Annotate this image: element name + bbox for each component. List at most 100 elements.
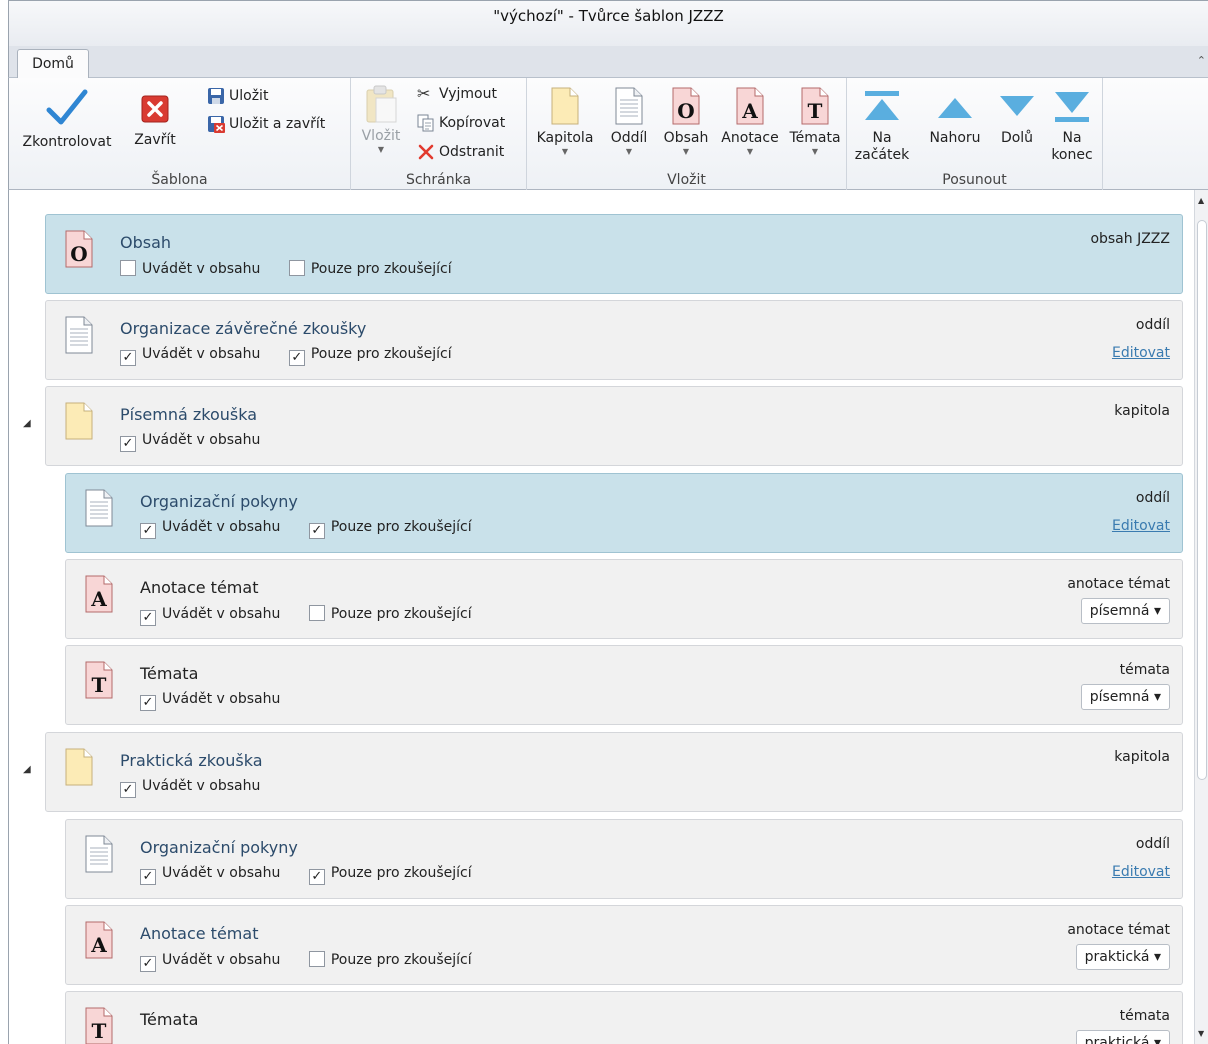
chapter-dropdown-icon: ▼ (561, 147, 569, 156)
save-button[interactable]: Uložit (207, 84, 268, 108)
insert-annotation-button[interactable]: A Anotace ▼ (717, 86, 783, 157)
list-item-topics[interactable]: T Témata témata praktická ▾ (65, 991, 1183, 1044)
arrow-up-icon (938, 98, 972, 118)
examiner-only-checkbox[interactable]: ✓ Pouze pro zkoušející (308, 865, 472, 885)
edit-link[interactable]: Editovat (1112, 345, 1170, 361)
item-type: anotace témat (1067, 576, 1170, 592)
list-item-section[interactable]: Organizační pokyny ✓ Uvádět v obsahu ✓ Pou… (65, 819, 1183, 899)
topics-icon: T (801, 87, 829, 125)
group-clipboard-label: Schránka (405, 172, 472, 188)
scrollbar-thumb[interactable] (1197, 220, 1207, 780)
exam-type-select[interactable]: písemná ▾ (1080, 684, 1170, 710)
chapter-icon (65, 748, 93, 786)
tab-home[interactable]: Domů (17, 49, 89, 79)
edit-link[interactable]: Editovat (1112, 518, 1170, 534)
move-down-button[interactable]: Dolů (993, 88, 1041, 147)
group-move: Na začátek Nahoru Dolů Na konec Posunout (847, 78, 1103, 190)
item-title: Organizační pokyny (140, 838, 298, 857)
chevron-down-icon: ▾ (1153, 949, 1161, 965)
examiner-only-checkbox[interactable]: Pouze pro zkoušející (308, 605, 472, 622)
item-title: Organizace závěrečné zkoušky (120, 319, 367, 338)
save-close-label: Uložit a zavřít (229, 116, 326, 132)
collapse-ribbon-icon[interactable]: ⌃ (1197, 54, 1206, 67)
insert-topics-button[interactable]: T Témata ▼ (785, 86, 845, 157)
exam-type-select[interactable]: praktická ▾ (1075, 944, 1170, 970)
save-close-button[interactable]: Uložit a zavřít (207, 112, 325, 136)
move-to-end-button[interactable]: Na konec (1045, 88, 1099, 164)
list-item-toc[interactable]: O Obsah Uvádět v obsahu Pouze pro zkouše… (45, 214, 1183, 294)
section-icon (65, 316, 93, 354)
list-item-annotation[interactable]: A Anotace témat ✓ Uvádět v obsahu Pouze p… (65, 905, 1183, 985)
chevron-down-icon: ▾ (1153, 1035, 1161, 1044)
cut-label: Vyjmout (439, 86, 497, 102)
cut-button[interactable]: ✂ Vyjmout (417, 82, 497, 106)
examiner-only-checkbox[interactable]: Pouze pro zkoušející (288, 260, 452, 277)
item-title: Organizační pokyny (140, 492, 298, 511)
move-to-start-label-2: začátek (854, 147, 910, 163)
item-type: obsah JZZZ (1090, 231, 1170, 247)
list-item-section[interactable]: Organizační pokyny ✓ Uvádět v obsahu ✓ Pou… (65, 473, 1183, 553)
copy-icon (417, 114, 434, 132)
in-toc-checkbox[interactable]: ✓ Uvádět v obsahu (140, 865, 280, 885)
section-icon (615, 87, 643, 125)
move-to-start-button[interactable]: Na začátek (853, 88, 911, 164)
toc-icon: O (65, 230, 93, 268)
move-up-button[interactable]: Nahoru (923, 88, 987, 147)
chevron-down-icon: ▾ (1153, 603, 1161, 619)
list-item-section[interactable]: Organizace závěrečné zkoušky ✓ Uvádět v o… (45, 300, 1183, 380)
annotation-icon: A (85, 921, 113, 959)
paste-button[interactable]: Vložit ▼ (357, 84, 405, 155)
in-toc-checkbox[interactable]: ✓ Uvádět v obsahu (120, 778, 260, 798)
in-toc-checkbox[interactable]: Uvádět v obsahu (120, 260, 260, 277)
in-toc-checkbox[interactable]: ✓ Uvádět v obsahu (140, 952, 280, 972)
exam-type-select[interactable]: praktická ▾ (1075, 1030, 1170, 1044)
vertical-scrollbar[interactable]: ▲ ▼ (1194, 190, 1208, 1044)
toc-icon: O (672, 87, 700, 125)
ribbon-tab-strip: Domů ⌃ (8, 46, 1208, 79)
save-icon (208, 88, 224, 104)
scroll-up-icon[interactable]: ▲ (1198, 196, 1204, 205)
item-title: Témata (140, 1010, 199, 1029)
move-to-end-label-1: Na (1062, 130, 1082, 146)
scissors-icon: ✂ (417, 84, 431, 103)
insert-toc-button[interactable]: O Obsah ▼ (659, 86, 713, 157)
in-toc-checkbox[interactable]: ✓ Uvádět v obsahu (140, 691, 280, 711)
insert-chapter-button[interactable]: Kapitola ▼ (533, 86, 597, 157)
item-title: Obsah (120, 233, 172, 252)
save-label: Uložit (229, 88, 269, 104)
list-item-annotation[interactable]: A Anotace témat ✓ Uvádět v obsahu Pouze p… (65, 559, 1183, 639)
list-item-topics[interactable]: T Témata ✓ Uvádět v obsahu témata písemná… (65, 645, 1183, 725)
chapter-expander-icon[interactable]: ◢ (23, 764, 31, 775)
group-clipboard: Vložit ▼ ✂ Vyjmout Kopírovat Odstranit Sc… (351, 78, 527, 190)
paste-icon (366, 85, 397, 123)
move-to-start-label-1: Na (872, 130, 892, 146)
close-label: Zavřít (134, 132, 176, 148)
examiner-only-checkbox[interactable]: ✓ Pouze pro zkoušející (288, 346, 452, 366)
close-button[interactable]: Zavřít (127, 92, 183, 149)
delete-button[interactable]: Odstranit (417, 140, 504, 164)
insert-section-label: Oddíl (610, 130, 648, 146)
chapter-expander-icon[interactable]: ◢ (23, 418, 31, 429)
topics-icon: T (85, 1007, 113, 1044)
list-item-chapter[interactable]: Písemná zkouška ✓ Uvádět v obsahu kapitol… (45, 386, 1183, 466)
copy-button[interactable]: Kopírovat (417, 111, 505, 135)
item-title: Anotace témat (140, 924, 259, 943)
scroll-down-icon[interactable]: ▼ (1198, 1029, 1204, 1038)
examiner-only-checkbox[interactable]: Pouze pro zkoušející (308, 951, 472, 968)
in-toc-checkbox[interactable]: ✓ Uvádět v obsahu (140, 606, 280, 626)
check-button[interactable]: Zkontrolovat (15, 88, 119, 151)
chapter-icon (551, 87, 579, 125)
arrow-down-icon (1000, 96, 1034, 116)
in-toc-checkbox[interactable]: ✓ Uvádět v obsahu (120, 346, 260, 366)
section-dropdown-icon: ▼ (625, 147, 633, 156)
item-type: oddíl (1135, 317, 1170, 333)
list-item-chapter[interactable]: Praktická zkouška ✓ Uvádět v obsahu kapit… (45, 732, 1183, 812)
edit-link[interactable]: Editovat (1112, 864, 1170, 880)
exam-type-select[interactable]: písemná ▾ (1080, 598, 1170, 624)
insert-section-button[interactable]: Oddíl ▼ (605, 86, 653, 157)
insert-topics-label: Témata (789, 130, 841, 146)
in-toc-checkbox[interactable]: ✓ Uvádět v obsahu (120, 432, 260, 452)
examiner-only-checkbox[interactable]: ✓ Pouze pro zkoušející (308, 519, 472, 539)
insert-chapter-label: Kapitola (536, 130, 594, 146)
in-toc-checkbox[interactable]: ✓ Uvádět v obsahu (140, 519, 280, 539)
